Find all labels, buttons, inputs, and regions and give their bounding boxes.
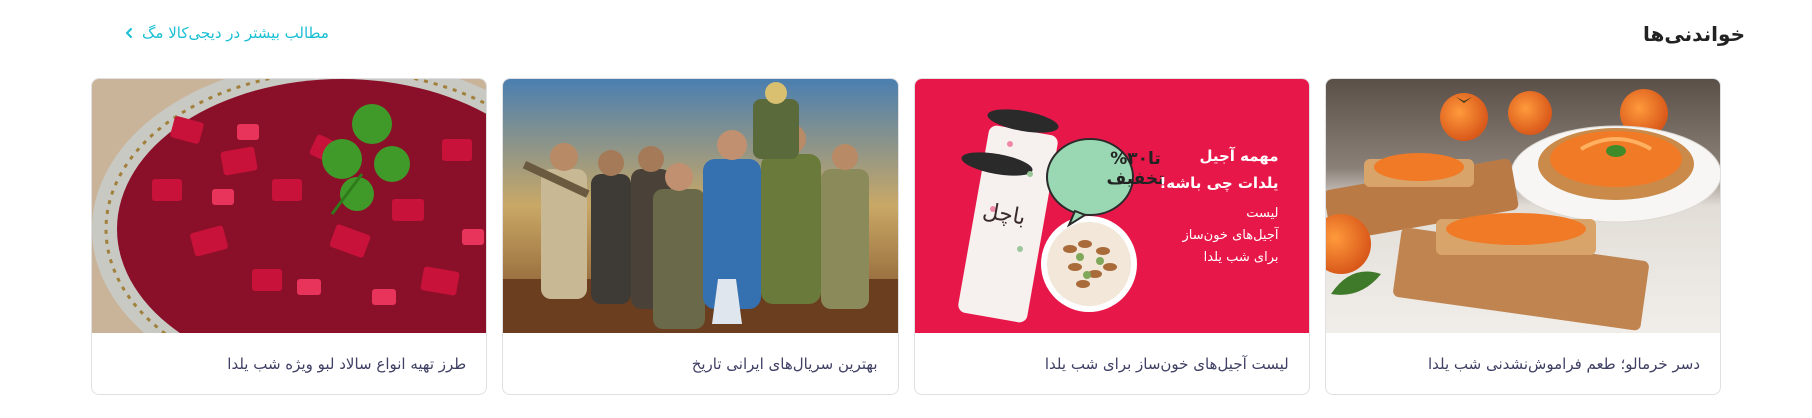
nuts-promo-image: باچل تا۳۰% تخفیف مهمه آجیل یلدات چی باشه…: [914, 79, 1309, 333]
article-card-series[interactable]: بهترین سریال‌های ایرانی تاریخ: [502, 78, 899, 395]
promo-sub-line1: لیست: [1246, 206, 1279, 221]
promo-sub-line2: آجیل‌های خون‌ساز: [1182, 228, 1279, 243]
article-cards: دسر خرمالو؛ طعم فراموش‌نشدنی شب یلدا باچ…: [91, 78, 1721, 395]
article-caption: بهترین سریال‌های ایرانی تاریخ: [691, 354, 878, 373]
article-card-beet-salad[interactable]: طرز تهیه انواع سالاد لبو ویژه شب یلدا: [91, 78, 488, 395]
promo-sub-line3: برای شب یلدا: [1203, 250, 1279, 265]
more-articles-link[interactable]: مطالب بیشتر در دیجی‌کالا مگ: [122, 24, 329, 42]
more-articles-label: مطالب بیشتر در دیجی‌کالا مگ: [142, 24, 329, 42]
promo-headline-line1: مهمه آجیل: [1199, 147, 1279, 165]
article-caption: طرز تهیه انواع سالاد لبو ویژه شب یلدا: [227, 354, 467, 373]
beet-salad-image: [92, 79, 487, 333]
article-caption: دسر خرمالو؛ طعم فراموش‌نشدنی شب یلدا: [1427, 354, 1700, 373]
promo-headline: مهمه آجیل یلدات چی باشه!: [1159, 143, 1278, 197]
persimmon-dessert-image: [1325, 79, 1720, 333]
promo-headline-line2: یلدات چی باشه!: [1159, 174, 1279, 192]
article-card-persimmon[interactable]: دسر خرمالو؛ طعم فراموش‌نشدنی شب یلدا: [1324, 78, 1721, 395]
article-card-nuts[interactable]: باچل تا۳۰% تخفیف مهمه آجیل یلدات چی باشه…: [913, 78, 1310, 395]
series-cast-image: [503, 79, 898, 333]
promo-subtext: لیست آجیل‌های خون‌ساز برای شب یلدا: [1183, 203, 1279, 269]
readings-section: خواندنی‌ها مطالب بیشتر در دیجی‌کالا مگ: [0, 0, 1812, 418]
article-caption: لیست آجیل‌های خون‌ساز برای شب یلدا: [1044, 354, 1289, 373]
section-title: خواندنی‌ها: [1643, 22, 1745, 46]
chevron-left-icon: [126, 28, 132, 38]
